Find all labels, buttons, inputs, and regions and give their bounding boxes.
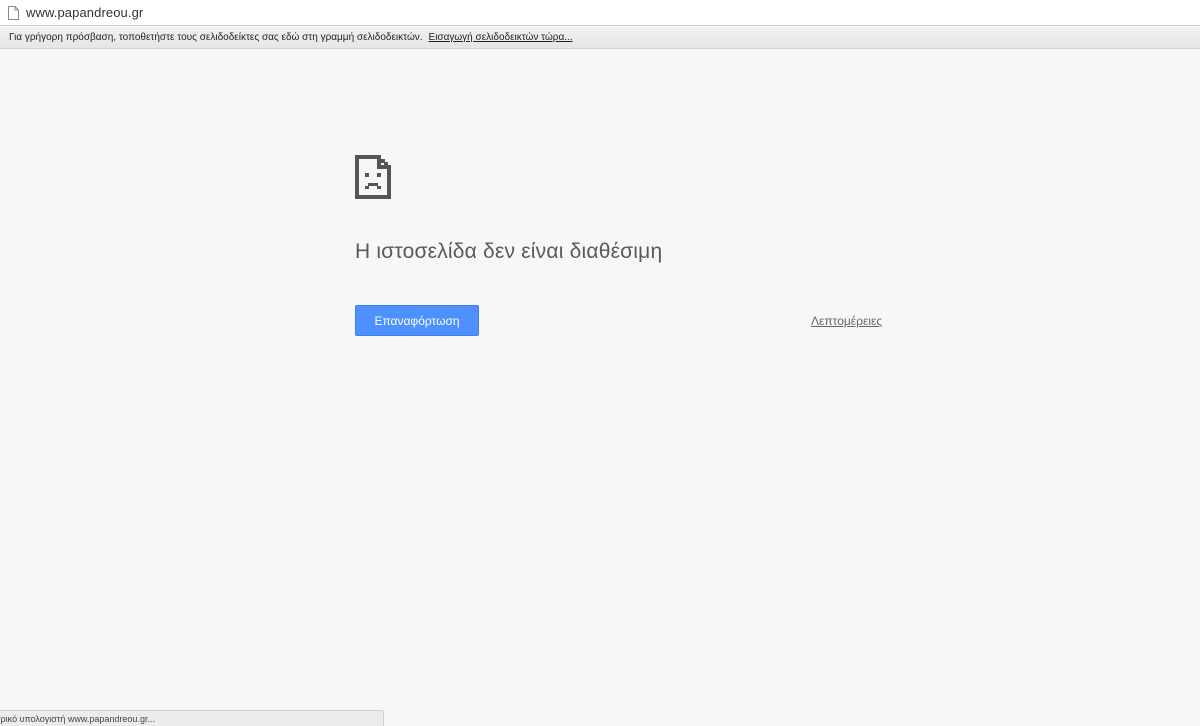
details-link[interactable]: Λεπτομέρειες (811, 314, 882, 328)
error-title: Η ιστοσελίδα δεν είναι διαθέσιμη (355, 240, 663, 263)
bookmarks-prompt: Για γρήγορη πρόσβαση, τοποθετήστε τους σ… (9, 32, 423, 43)
reload-button[interactable]: Επαναφόρτωση (355, 305, 479, 336)
page-icon (4, 4, 22, 22)
status-bubble: τρικό υπολογιστή www.papandreou.gr... (0, 710, 384, 726)
sad-page-icon (355, 155, 391, 199)
status-text: τρικό υπολογιστή www.papandreou.gr... (0, 713, 155, 724)
address-bar[interactable]: www.papandreou.gr (0, 0, 1200, 26)
import-bookmarks-link[interactable]: Εισαγωγή σελιδοδεικτών τώρα... (429, 32, 573, 43)
bookmarks-bar: Για γρήγορη πρόσβαση, τοποθετήστε τους σ… (0, 27, 1200, 49)
url-text[interactable]: www.papandreou.gr (26, 5, 143, 20)
error-page: Η ιστοσελίδα δεν είναι διαθέσιμη Επαναφό… (0, 50, 1200, 710)
